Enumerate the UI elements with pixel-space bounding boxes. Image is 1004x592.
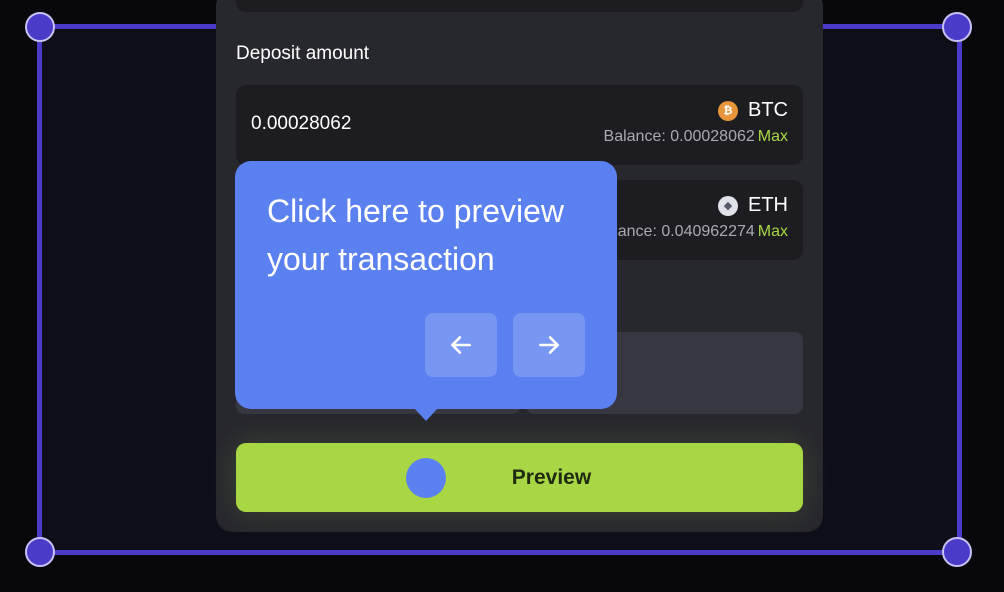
resize-handle-bottom-right[interactable]: [942, 537, 972, 567]
deposit-amount-label: Deposit amount: [236, 43, 370, 64]
eth-max-button[interactable]: Max: [758, 223, 788, 240]
btc-max-button[interactable]: Max: [758, 128, 788, 145]
tour-tooltip: Click here to preview your transaction: [235, 161, 617, 421]
eth-balance: Balance: 0.040962274: [594, 223, 755, 240]
previous-field[interactable]: [236, 0, 803, 12]
screen: Deposit amount 0.00028062 ₿ BTC Balance:…: [0, 0, 1004, 592]
eth-symbol: ETH: [748, 194, 788, 216]
eth-token-info: ◆ ETH Balance: 0.040962274 Max: [595, 194, 788, 241]
bitcoin-icon: ₿: [718, 100, 738, 121]
deposit-row-btc[interactable]: 0.00028062 ₿ BTC Balance: 0.00028062 Max: [236, 85, 803, 165]
btc-balance: Balance: 0.00028062: [603, 128, 755, 145]
resize-handle-bottom-left[interactable]: [25, 537, 55, 567]
arrow-right-icon: [539, 336, 559, 354]
preview-button-label: Preview: [511, 465, 592, 489]
resize-handle-top-left[interactable]: [25, 12, 55, 42]
tooltip-next-button[interactable]: [513, 313, 585, 377]
tour-beacon[interactable]: [406, 458, 446, 498]
resize-handle-top-right[interactable]: [942, 12, 972, 42]
tooltip-prev-button[interactable]: [425, 313, 497, 377]
preview-button[interactable]: Preview: [236, 443, 803, 512]
btc-symbol: BTC: [748, 99, 788, 121]
tooltip-pointer: [414, 408, 438, 421]
tooltip-text: Click here to preview your transaction: [267, 193, 564, 277]
btc-token-info: ₿ BTC Balance: 0.00028062 Max: [604, 99, 788, 146]
btc-amount-input[interactable]: 0.00028062: [251, 113, 351, 135]
arrow-left-icon: [451, 336, 471, 354]
ethereum-icon: ◆: [718, 195, 738, 216]
